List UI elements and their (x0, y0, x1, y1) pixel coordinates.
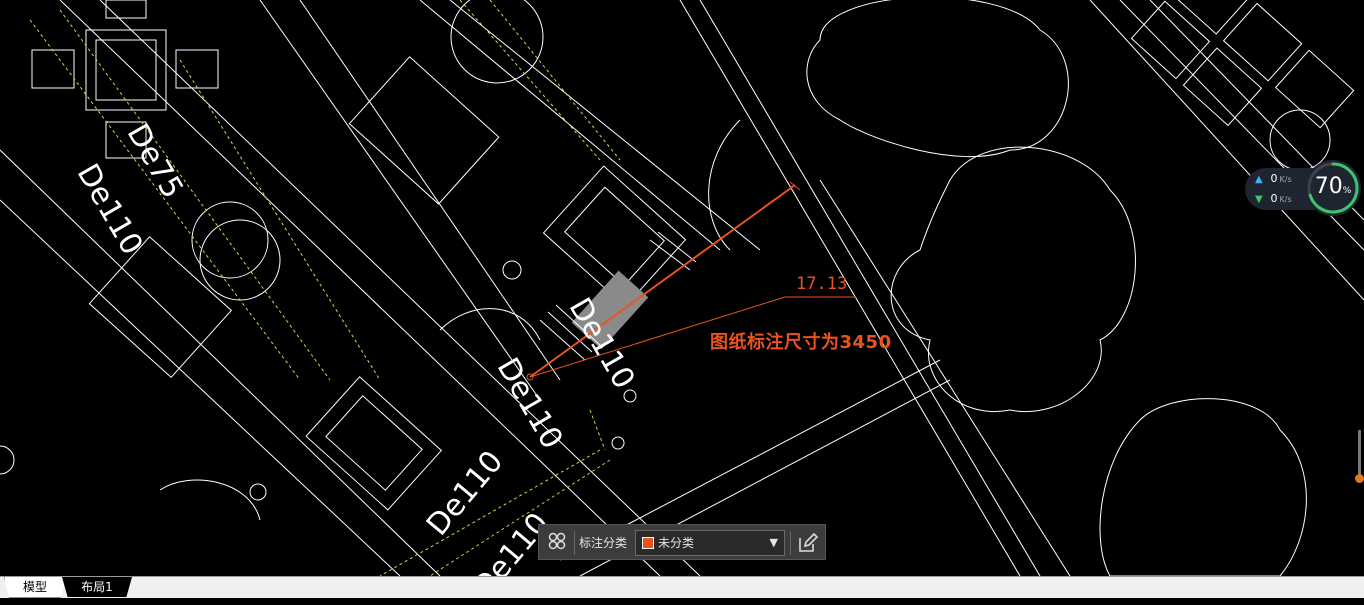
upload-rate: ▲ 0 K/s (1255, 172, 1292, 185)
tab-model[interactable]: 模型 (4, 577, 66, 598)
slider-track (1358, 430, 1361, 480)
upload-arrow-icon: ▲ (1255, 174, 1263, 185)
grid-icon[interactable] (545, 531, 569, 555)
cad-drawing-canvas[interactable] (0, 0, 1364, 576)
download-value: 0 (1270, 192, 1278, 205)
chevron-down-icon: ▼ (769, 536, 778, 549)
annotation-note[interactable]: 图纸标注尺寸为3450 (710, 328, 892, 354)
download-unit: K/s (1279, 195, 1292, 204)
layout-tab-bar: 模型 布局1 (0, 576, 1364, 598)
upload-unit: K/s (1279, 175, 1292, 184)
category-select[interactable]: 未分类 ▼ (635, 530, 785, 556)
download-rate: ▼ 0 K/s (1255, 192, 1292, 205)
usage-percent-unit: % (1342, 186, 1352, 196)
usage-percent-value: 70 (1314, 174, 1343, 199)
download-arrow-icon: ▼ (1255, 194, 1263, 205)
toolbar-divider (790, 531, 791, 555)
vertical-slider[interactable] (1355, 430, 1364, 486)
upload-value: 0 (1270, 172, 1278, 185)
category-label: 标注分类 (579, 536, 628, 550)
toolbar-divider (574, 531, 575, 555)
dimension-value[interactable]: 17.13 (796, 274, 847, 294)
edit-icon[interactable] (795, 530, 821, 556)
usage-percent: 70% (1305, 174, 1361, 199)
category-color-swatch (642, 537, 654, 549)
annotation-category-toolbar: 标注分类 未分类 ▼ (538, 524, 826, 560)
category-value: 未分类 (658, 536, 695, 550)
slider-thumb[interactable] (1355, 474, 1364, 483)
network-monitor-widget[interactable]: ▲ 0 K/s ▼ 0 K/s 70% (1245, 160, 1363, 216)
tab-layout1[interactable]: 布局1 (62, 577, 132, 597)
